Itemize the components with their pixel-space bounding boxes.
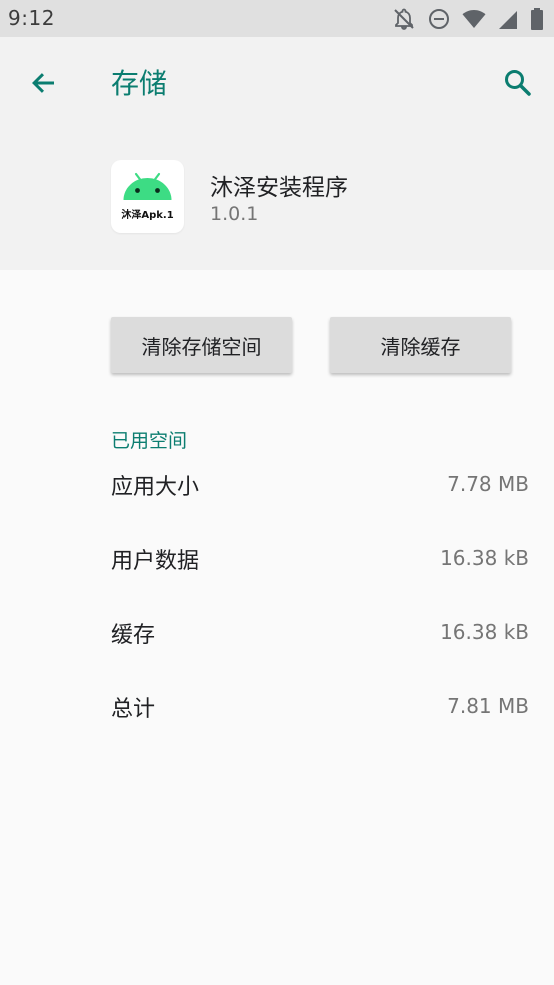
do-not-disturb-icon (428, 9, 449, 29)
battery-icon (531, 8, 543, 30)
search-button[interactable] (496, 61, 540, 105)
signal-icon (498, 11, 517, 29)
app-version: 1.0.1 (210, 203, 259, 225)
page-title: 存储 (111, 67, 168, 100)
app-icon-caption: 沐泽Apk.1 (121, 210, 174, 221)
row-value: 7.81 MB (447, 694, 529, 718)
app-icon: 沐泽Apk.1 (111, 160, 184, 233)
row-label: 用户数据 (111, 549, 200, 574)
row-label: 缓存 (111, 623, 156, 648)
row-label: 总计 (111, 697, 156, 722)
row-value: 7.78 MB (447, 472, 529, 496)
app-name: 沐泽安装程序 (210, 175, 348, 201)
row-label: 应用大小 (111, 475, 200, 500)
arrow-back-icon (32, 73, 54, 93)
status-icons (386, 7, 544, 31)
search-icon (505, 70, 531, 96)
status-time: 9:12 (8, 6, 55, 30)
notifications-off-icon (393, 8, 414, 30)
row-value: 16.38 kB (440, 620, 529, 644)
section-label-used-space: 已用空间 (111, 430, 188, 452)
status-bar: 9:12 (0, 0, 554, 37)
android-robot-icon (123, 172, 172, 200)
back-button[interactable] (22, 61, 66, 105)
row-value: 16.38 kB (440, 546, 529, 570)
app-header: 存储 沐泽Apk.1 沐泽安装程序 1.0.1 (0, 37, 554, 270)
clear-cache-button[interactable]: 清除缓存 (330, 317, 511, 373)
wifi-icon (462, 10, 486, 28)
clear-storage-button[interactable]: 清除存储空间 (111, 317, 292, 373)
